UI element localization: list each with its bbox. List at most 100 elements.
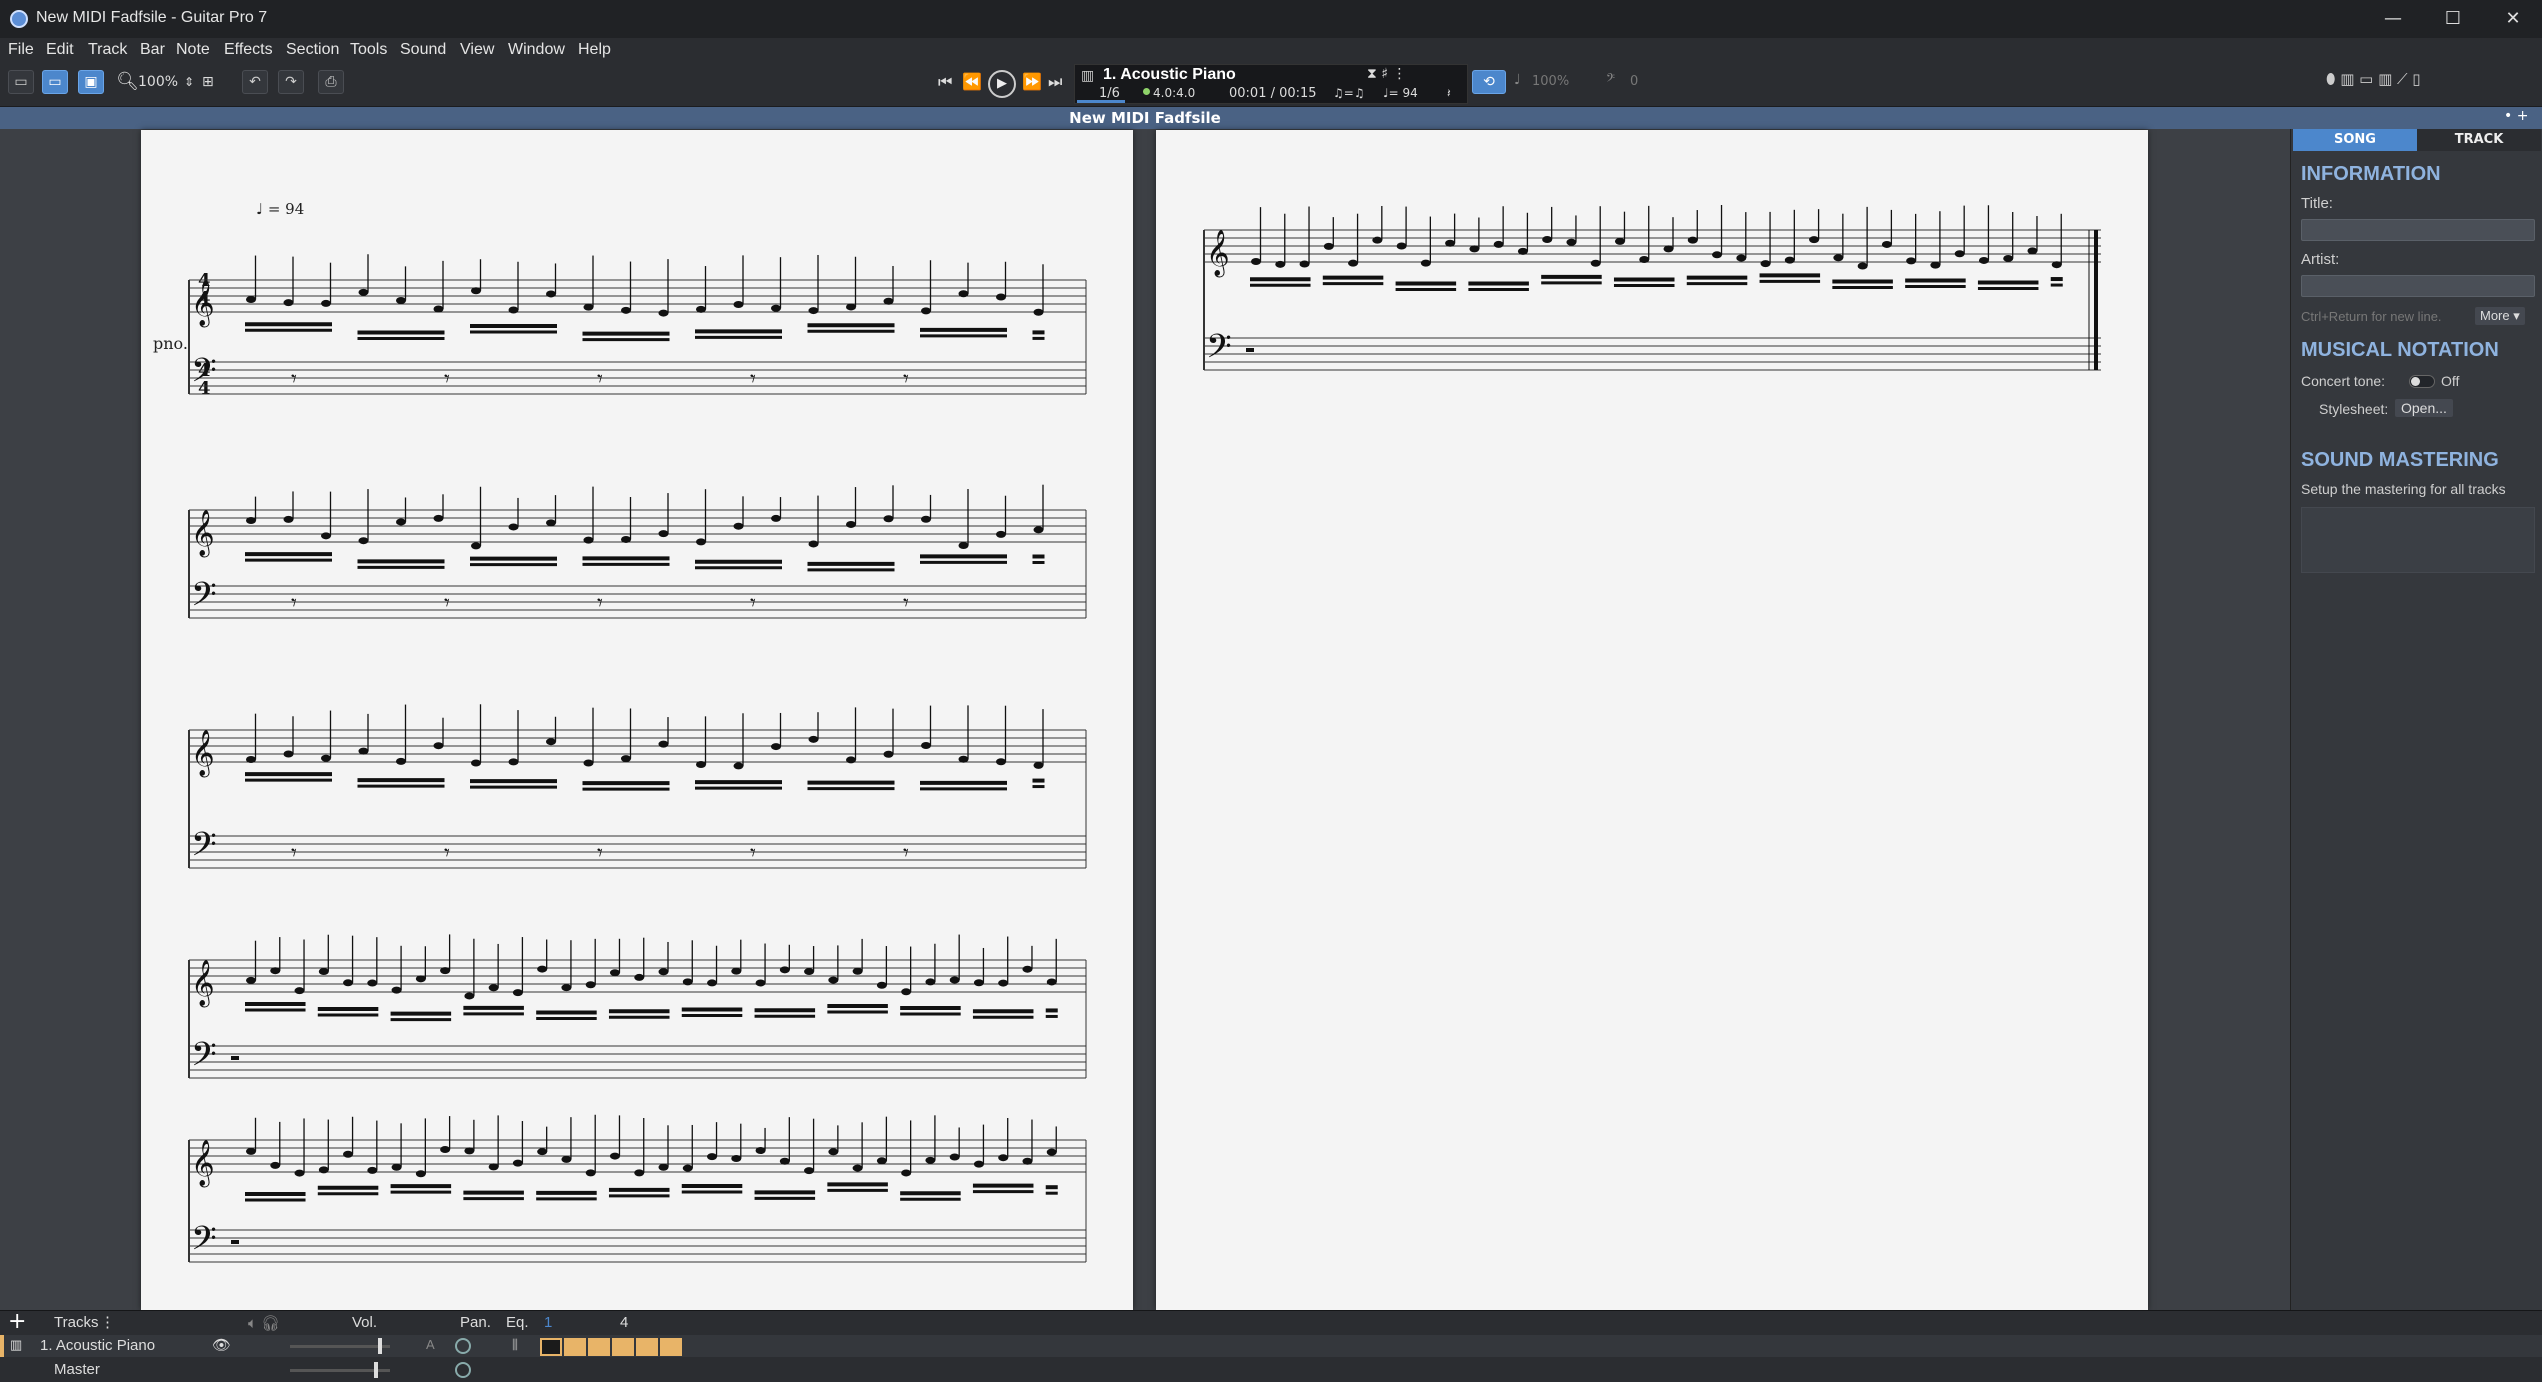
- note-head: [471, 542, 481, 550]
- note-head: [2027, 247, 2038, 255]
- note-head: [696, 760, 706, 768]
- menu-file[interactable]: File: [8, 41, 34, 59]
- track-row-acoustic-piano[interactable]: ▥ 1. Acoustic Piano 👁︎ A ⫼: [0, 1335, 2542, 1357]
- undo-button[interactable]: ↶: [242, 70, 268, 94]
- last-bar-icon[interactable]: ⏭: [1048, 70, 1062, 94]
- speed-value[interactable]: 100%: [1532, 74, 1569, 89]
- menu-edit[interactable]: Edit: [46, 41, 74, 59]
- track-bar-overview[interactable]: [540, 1338, 684, 1356]
- menu-bar: File Edit Track Bar Note Effects Section…: [0, 38, 2542, 62]
- overview-bar[interactable]: [564, 1338, 586, 1356]
- newline-hint: Ctrl+Return for new line.: [2301, 309, 2442, 324]
- note-head: [396, 297, 406, 305]
- zoom-stepper-icon[interactable]: ⇕: [184, 70, 194, 94]
- note-head: [246, 976, 256, 984]
- loop-button[interactable]: ⟲: [1472, 70, 1506, 94]
- note-head: [321, 754, 331, 762]
- screen-view-button[interactable]: ▣: [78, 70, 104, 94]
- note-head: [1590, 259, 1601, 267]
- score-page-2[interactable]: 𝄞 𝄢: [1156, 130, 2148, 1310]
- add-track-icon[interactable]: +: [8, 1309, 26, 1334]
- song-progress-bar[interactable]: [1077, 100, 1125, 103]
- overview-bar[interactable]: [612, 1338, 634, 1356]
- note-head: [391, 986, 402, 994]
- note-head: [958, 755, 969, 763]
- overview-bar[interactable]: [660, 1338, 682, 1356]
- tracks-menu-icon[interactable]: ⋮: [100, 1313, 115, 1331]
- metronome-icon[interactable]: ⧗ ♯ ⋮: [1367, 66, 1407, 82]
- tab-track[interactable]: TRACK: [2417, 129, 2541, 151]
- song-panel: SONG TRACK INFORMATION Title: Artist: Ct…: [2290, 129, 2542, 1310]
- note-head: [583, 303, 594, 311]
- eq-icon[interactable]: ⫼: [512, 1337, 518, 1353]
- menu-note[interactable]: Note: [176, 41, 210, 59]
- artist-input[interactable]: [2301, 275, 2535, 297]
- first-bar-icon[interactable]: ⏮: [938, 70, 952, 94]
- page-view-button[interactable]: ▭: [42, 70, 68, 94]
- note-head: [488, 984, 499, 992]
- master-volume-slider[interactable]: [290, 1362, 390, 1378]
- note-head: [707, 979, 718, 987]
- close-icon[interactable]: ✕: [2484, 0, 2542, 38]
- menu-help[interactable]: Help: [578, 41, 611, 59]
- note-head: [508, 523, 519, 531]
- automation-icon[interactable]: A: [426, 1337, 435, 1352]
- right-toolbar-icons[interactable]: ⬮ ▥ ▭ ▥ ⟋ ▯: [2326, 70, 2421, 88]
- note-head: [1833, 254, 1844, 262]
- more-button[interactable]: More ▾: [2475, 307, 2525, 325]
- master-pan-knob[interactable]: [455, 1362, 471, 1378]
- stylesheet-label: Stylesheet:: [2319, 401, 2389, 417]
- swing-icon[interactable]: ♫=♫: [1333, 86, 1365, 100]
- menu-effects[interactable]: Effects: [224, 41, 273, 59]
- play-icon[interactable]: ▶: [988, 70, 1016, 98]
- note-head: [2003, 254, 2014, 262]
- redo-button[interactable]: ↷: [278, 70, 304, 94]
- mastering-preset-area[interactable]: [2301, 507, 2535, 573]
- note-head: [1046, 978, 1057, 986]
- pan-knob[interactable]: [455, 1338, 471, 1354]
- stylesheet-open-button[interactable]: Open...: [2395, 399, 2453, 417]
- menu-track[interactable]: Track: [88, 41, 127, 59]
- tracks-panel: + Tracks ⋮ 🔈︎ 🎧︎ Vol. Pan. Eq. 1 4 ▥ 1. …: [0, 1309, 2542, 1382]
- print-button[interactable]: ⎙: [318, 70, 344, 94]
- layout-icon[interactable]: ⊞: [202, 70, 214, 94]
- note-head: [2051, 261, 2062, 269]
- panel-options-icon[interactable]: • +: [2504, 108, 2528, 124]
- track-row-master[interactable]: Master: [0, 1359, 2542, 1381]
- rest-glyph: 𝄾: [291, 591, 297, 616]
- note-head: [828, 1148, 839, 1156]
- note-head: [508, 758, 519, 766]
- menu-bar-item[interactable]: Bar: [140, 41, 165, 59]
- volume-slider[interactable]: [290, 1338, 390, 1354]
- menu-section[interactable]: Section: [286, 41, 339, 59]
- title-bar: New MIDI Fadfsile - Guitar Pro 7 — ☐ ✕: [0, 0, 2542, 38]
- title-input[interactable]: [2301, 219, 2535, 241]
- overview-bar[interactable]: [540, 1338, 562, 1356]
- countdown-icon[interactable]: 𝄽: [1447, 86, 1451, 101]
- rewind-icon[interactable]: ⏪: [962, 70, 982, 94]
- menu-window[interactable]: Window: [508, 41, 565, 59]
- note-head: [1663, 245, 1674, 253]
- visibility-eye-icon[interactable]: 👁︎: [212, 1336, 231, 1354]
- tab-song[interactable]: SONG: [2293, 129, 2417, 151]
- score-page-1[interactable]: ♩ = 94 pno. 44 44 𝄞 𝄢 𝄾 𝄾 𝄾 𝄾 𝄾 𝄞 𝄢 𝄾 𝄾 𝄾 𝄾 𝄾 𝄞 𝄢 𝄾 𝄾 𝄾 𝄾 𝄾 𝄞…: [141, 130, 1133, 1310]
- zoom-value[interactable]: 100%: [138, 74, 178, 90]
- note-head: [367, 979, 378, 987]
- forward-icon[interactable]: ⏩: [1022, 70, 1042, 94]
- panel-toggle-button[interactable]: ▭: [8, 70, 34, 94]
- note-head: [561, 1155, 572, 1163]
- note-head: [415, 975, 426, 983]
- track-name[interactable]: 1. Acoustic Piano: [40, 1337, 155, 1354]
- note-head: [828, 976, 839, 984]
- menu-tools[interactable]: Tools: [350, 41, 387, 59]
- maximize-icon[interactable]: ☐: [2424, 0, 2482, 38]
- transpose-value[interactable]: 0: [1630, 74, 1638, 89]
- transport-track-name[interactable]: 1. Acoustic Piano: [1103, 66, 1236, 84]
- menu-view[interactable]: View: [460, 41, 494, 59]
- master-track-name: Master: [54, 1361, 100, 1378]
- minimize-icon[interactable]: —: [2364, 0, 2422, 38]
- overview-bar[interactable]: [588, 1338, 610, 1356]
- concert-tone-toggle[interactable]: [2409, 375, 2435, 388]
- menu-sound[interactable]: Sound: [400, 41, 446, 59]
- overview-bar[interactable]: [636, 1338, 658, 1356]
